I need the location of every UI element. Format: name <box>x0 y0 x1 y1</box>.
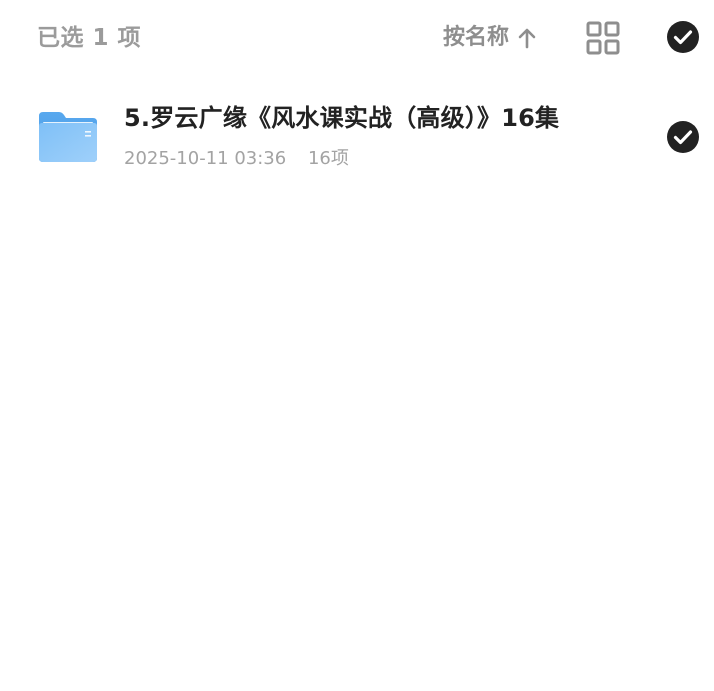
file-date: 2025-10-11 03:36 <box>124 148 287 169</box>
check-circle-icon <box>667 121 699 153</box>
select-all-button[interactable] <box>666 20 700 54</box>
file-item-count: 16项 <box>307 148 349 169</box>
sort-label: 按名称 <box>443 25 510 50</box>
selected-count-label: 已选 1 项 <box>37 25 142 51</box>
arrow-up-icon <box>516 26 538 50</box>
grid-view-button[interactable] <box>585 20 621 56</box>
file-selection-screen: 已选 1 项 按名称 5.罗云广缘《风水课实战（高级）》16集 2025-10-… <box>0 0 714 691</box>
row-select-checkbox[interactable] <box>666 120 700 154</box>
sort-by-name-button[interactable]: 按名称 <box>443 22 538 54</box>
file-list: 5.罗云广缘《风水课实战（高级）》16集 2025-10-11 03:36 16… <box>0 90 714 186</box>
file-meta: 2025-10-11 03:36 16项 <box>124 146 349 172</box>
file-name: 5.罗云广缘《风水课实战（高级）》16集 <box>124 104 560 132</box>
check-circle-icon <box>667 21 699 53</box>
selection-toolbar: 已选 1 项 按名称 <box>0 0 714 78</box>
grid-view-icon <box>586 21 620 55</box>
folder-icon <box>37 110 99 164</box>
list-item[interactable]: 5.罗云广缘《风水课实战（高级）》16集 2025-10-11 03:36 16… <box>0 90 714 186</box>
